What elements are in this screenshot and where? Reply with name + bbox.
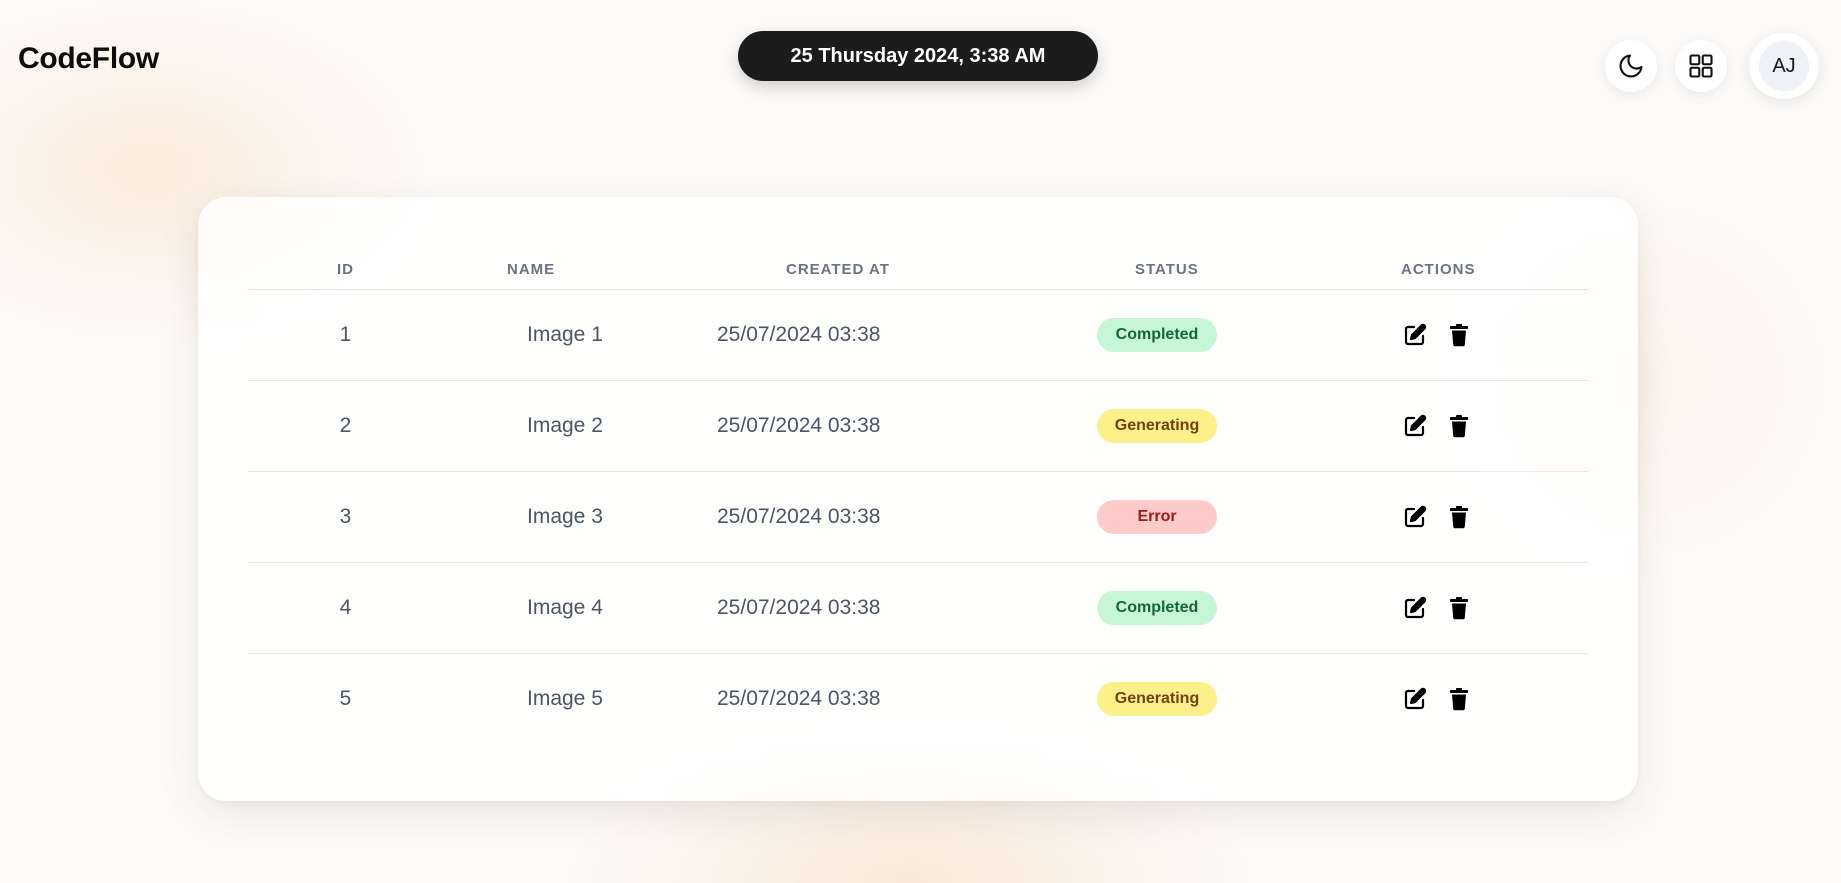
cell-created-at: 25/07/2024 03:38 — [703, 562, 1003, 654]
table-row: 4 Image 4 25/07/2024 03:38 Completed — [248, 562, 1588, 654]
avatar: AJ — [1759, 41, 1809, 91]
cell-status: Completed — [1003, 562, 1341, 654]
delete-button[interactable] — [1445, 503, 1473, 531]
status-badge: Generating — [1097, 682, 1217, 716]
trash-icon — [1450, 597, 1468, 620]
cell-status: Generating — [1003, 654, 1341, 745]
avatar-initials: AJ — [1772, 54, 1796, 77]
delete-button[interactable] — [1445, 412, 1473, 440]
trash-icon — [1450, 324, 1468, 347]
moon-icon — [1619, 54, 1643, 78]
header-actions: AJ — [1587, 33, 1819, 99]
trash-icon — [1450, 506, 1468, 529]
edit-icon — [1404, 687, 1427, 710]
cell-status: Generating — [1003, 380, 1341, 472]
cell-status: Error — [1003, 471, 1341, 563]
column-header-actions: ACTIONS — [1341, 249, 1588, 290]
cell-actions — [1341, 471, 1588, 563]
cell-created-at: 25/07/2024 03:38 — [703, 289, 1003, 381]
cell-status: Completed — [1003, 289, 1341, 381]
edit-button[interactable] — [1401, 685, 1429, 713]
column-header-created-at: CREATED AT — [703, 249, 1003, 290]
table-row: 5 Image 5 25/07/2024 03:38 Generating — [248, 654, 1588, 745]
column-header-name: NAME — [443, 249, 703, 290]
delete-button[interactable] — [1445, 685, 1473, 713]
datetime-pill: 25 Thursday 2024, 3:38 AM — [738, 31, 1098, 81]
cell-name: Image 3 — [443, 471, 703, 563]
cell-created-at: 25/07/2024 03:38 — [717, 687, 881, 710]
edit-button[interactable] — [1401, 503, 1429, 531]
cell-actions — [1341, 562, 1588, 654]
cell-created-at: 25/07/2024 03:38 — [703, 380, 1003, 472]
cell-actions — [1341, 380, 1588, 472]
cell-id: 4 — [248, 562, 443, 654]
edit-icon — [1404, 505, 1427, 528]
table-row: 2 Image 2 25/07/2024 03:38 Generating — [248, 380, 1588, 472]
column-header-id: ID — [248, 249, 443, 290]
apps-grid-button[interactable] — [1675, 40, 1727, 92]
edit-icon — [1404, 323, 1427, 346]
cell-actions — [1341, 654, 1588, 745]
grid-icon — [1689, 54, 1713, 78]
table-header-row: ID NAME CREATED AT STATUS ACTIONS — [248, 249, 1588, 290]
table-row: 3 Image 3 25/07/2024 03:38 Error — [248, 471, 1588, 563]
status-badge: Completed — [1097, 591, 1217, 625]
status-badge: Completed — [1097, 318, 1217, 352]
images-table: ID NAME CREATED AT STATUS ACTIONS 1 Imag… — [248, 249, 1588, 744]
edit-button[interactable] — [1401, 594, 1429, 622]
status-badge: Error — [1097, 500, 1217, 534]
cell-id: 2 — [248, 380, 443, 472]
cell-id: 3 — [248, 471, 443, 563]
edit-icon — [1404, 596, 1427, 619]
cell-id: 1 — [248, 289, 443, 381]
user-avatar-button[interactable]: AJ — [1749, 33, 1819, 99]
table-row: 1 Image 1 25/07/2024 03:38 Completed — [248, 289, 1588, 381]
theme-toggle-button[interactable] — [1605, 40, 1657, 92]
edit-button[interactable] — [1401, 321, 1429, 349]
delete-button[interactable] — [1445, 321, 1473, 349]
edit-icon — [1404, 414, 1427, 437]
cell-id: 5 — [339, 687, 352, 710]
cell-name: Image 2 — [443, 380, 703, 472]
trash-icon — [1450, 415, 1468, 438]
trash-icon — [1450, 688, 1468, 711]
cell-actions — [1341, 289, 1588, 381]
app-brand[interactable]: CodeFlow — [18, 42, 159, 76]
datetime-text: 25 Thursday 2024, 3:38 AM — [790, 44, 1046, 67]
cell-name: Image 4 — [443, 562, 703, 654]
column-header-status: STATUS — [1003, 249, 1341, 290]
cell-name: Image 5 — [527, 687, 603, 710]
cell-name: Image 1 — [443, 289, 703, 381]
status-badge: Generating — [1097, 409, 1217, 443]
cell-created-at: 25/07/2024 03:38 — [703, 471, 1003, 563]
delete-button[interactable] — [1445, 594, 1473, 622]
images-card: ID NAME CREATED AT STATUS ACTIONS 1 Imag… — [198, 197, 1638, 801]
edit-button[interactable] — [1401, 412, 1429, 440]
